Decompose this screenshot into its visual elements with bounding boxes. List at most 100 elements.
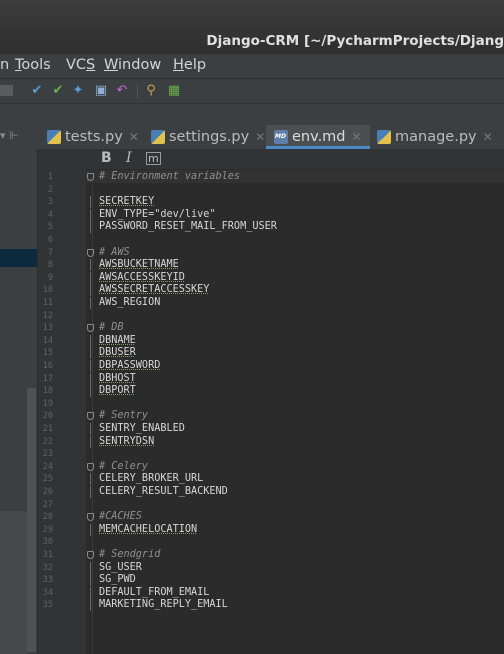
fold-toggle-icon[interactable] bbox=[87, 462, 94, 471]
menu-item-vcs[interactable]: VCS bbox=[66, 57, 95, 73]
line-number: 11 bbox=[42, 298, 53, 308]
editor-line[interactable]: 11 AWS_REGION bbox=[38, 297, 504, 310]
fold-marker-icon bbox=[90, 196, 91, 209]
line-number: 14 bbox=[42, 335, 53, 346]
close-icon[interactable]: ✕ bbox=[255, 130, 265, 144]
editor-line[interactable]: 26 CELERY_RESULT_BACKEND bbox=[38, 486, 504, 499]
vcs-commit-icon[interactable]: ✔ bbox=[50, 83, 66, 99]
editor-line[interactable]: 8 AWSBUCKETNAME bbox=[38, 259, 504, 272]
editor-line[interactable]: 7 # AWS bbox=[38, 247, 504, 260]
editor-line[interactable]: 23 bbox=[38, 448, 504, 461]
editor-line[interactable]: 25 CELERY_BROKER_URL bbox=[38, 473, 504, 486]
vcs-update-icon[interactable]: ✔ bbox=[29, 83, 45, 99]
fold-marker-icon bbox=[90, 423, 91, 435]
editor-line[interactable]: 16 DBPASSWORD bbox=[38, 360, 504, 373]
project-panel-controls[interactable]: ▾ ⊩ bbox=[0, 129, 19, 142]
editor-line[interactable]: 13 # DB bbox=[38, 322, 504, 335]
env-variable: DBNAME bbox=[99, 334, 136, 346]
env-variable: SECRETKEY bbox=[99, 196, 155, 208]
project-tree-scrollbar[interactable] bbox=[27, 388, 36, 652]
shelve-icon[interactable]: ▦ bbox=[166, 83, 182, 99]
tab-manage-py[interactable]: manage.py ✕ bbox=[377, 125, 493, 149]
editor-line[interactable]: 32 SG_USER bbox=[38, 561, 504, 575]
editor-line[interactable]: 28 #CACHES bbox=[38, 511, 504, 524]
editor-line[interactable]: 6 bbox=[38, 234, 504, 247]
pull-request-icon[interactable]: ⚲ bbox=[143, 83, 159, 99]
fold-marker-icon bbox=[90, 334, 91, 347]
editor-line[interactable]: 3 SECRETKEY bbox=[38, 196, 504, 209]
env-variable: AWSBUCKETNAME bbox=[99, 259, 179, 271]
editor-line[interactable]: 31 # Sendgrid bbox=[38, 549, 504, 562]
line-number: 2 bbox=[47, 184, 53, 195]
tab-env-md[interactable]: env.md ✕ bbox=[266, 125, 370, 149]
editor-line[interactable]: 18 DBPORT bbox=[38, 385, 504, 398]
line-number: 1 bbox=[47, 172, 53, 182]
line-number: 7 bbox=[47, 247, 53, 258]
editor-line[interactable]: 22 SENTRYDSN bbox=[38, 435, 504, 449]
editor-line[interactable]: 34 DEFAULT_FROM_EMAIL bbox=[38, 586, 504, 600]
line-number: 22 bbox=[42, 436, 53, 447]
tab-tests-py[interactable]: tests.py ✕ bbox=[47, 125, 139, 149]
toolbar-separator bbox=[137, 84, 138, 98]
fold-toggle-icon[interactable] bbox=[87, 324, 94, 333]
section-heading: # Environment variables bbox=[99, 171, 241, 182]
menu-item-help[interactable]: Help bbox=[173, 57, 206, 73]
editor-line[interactable]: 12 bbox=[38, 310, 504, 323]
editor-line[interactable]: 10 AWSSECRETACCESSKEY bbox=[38, 284, 504, 297]
code-button[interactable]: m bbox=[146, 152, 161, 165]
fold-marker-icon bbox=[90, 347, 91, 360]
window-titlebar: Django-CRM [~/PycharmProjects/Djang bbox=[0, 0, 504, 54]
editor-line[interactable]: 35 MARKETING_REPLY_EMAIL bbox=[38, 599, 504, 612]
editor-line[interactable]: 20 # Sentry bbox=[38, 410, 504, 423]
project-tree-selected-row[interactable] bbox=[0, 249, 37, 267]
menu-item-tools[interactable]: Tools bbox=[15, 57, 51, 73]
editor-line[interactable]: 5 PASSWORD_RESET_MAIL_FROM_USER bbox=[38, 221, 504, 234]
fold-toggle-icon[interactable] bbox=[87, 551, 94, 559]
run-config-combo[interactable] bbox=[0, 85, 13, 96]
line-number: 4 bbox=[47, 209, 53, 220]
editor-line[interactable]: 17 DBHOST bbox=[38, 372, 504, 386]
close-icon[interactable]: ✕ bbox=[129, 130, 139, 144]
line-number: 28 bbox=[42, 512, 53, 523]
vcs-history-icon[interactable]: ▣ bbox=[93, 83, 109, 99]
fold-marker-icon bbox=[90, 221, 91, 234]
editor-line[interactable]: 14 DBNAME bbox=[38, 334, 504, 348]
italic-button[interactable]: I bbox=[126, 150, 132, 166]
editor-line[interactable]: 4 ENV_TYPE="dev/live" bbox=[38, 208, 504, 222]
editor-line[interactable]: 29 MEMCACHELOCATION bbox=[38, 523, 504, 537]
env-variable: DBUSER bbox=[99, 347, 136, 359]
tab-settings-py[interactable]: settings.py ✕ bbox=[151, 125, 265, 149]
menu-item-tools-rest: ools bbox=[21, 57, 51, 73]
editor-line[interactable]: 19 bbox=[38, 398, 504, 411]
editor-content[interactable]: 1 # Environment variables 2 3 SECRETKEY 4 ENV_… bbox=[38, 171, 504, 654]
bold-button[interactable]: B bbox=[101, 150, 112, 166]
env-variable: DEFAULT_FROM_EMAIL bbox=[99, 586, 210, 598]
editor-line[interactable]: 21 SENTRY_ENABLED bbox=[38, 423, 504, 436]
editor-line[interactable]: 24 # Celery bbox=[38, 461, 504, 474]
vcs-push-icon[interactable]: ✦ bbox=[70, 83, 86, 99]
project-tool-window bbox=[0, 149, 38, 654]
tab-label: manage.py bbox=[395, 129, 477, 145]
fold-marker-icon bbox=[90, 372, 91, 385]
tab-label: env.md bbox=[292, 129, 346, 145]
menu-item-window[interactable]: Window bbox=[104, 57, 161, 73]
menu-item-navigate-partial[interactable]: n bbox=[0, 57, 9, 73]
fold-toggle-icon[interactable] bbox=[87, 173, 94, 181]
editor-line[interactable]: 9 AWSACCESSKEYID bbox=[38, 271, 504, 285]
fold-toggle-icon[interactable] bbox=[87, 513, 94, 522]
fold-toggle-icon[interactable] bbox=[87, 412, 94, 421]
close-icon[interactable]: ✕ bbox=[352, 130, 362, 144]
close-icon[interactable]: ✕ bbox=[483, 130, 493, 144]
window-title: Django-CRM [~/PycharmProjects/Djang bbox=[206, 33, 504, 49]
env-variable: CELERY_RESULT_BACKEND bbox=[99, 486, 228, 497]
editor-line[interactable]: 15 DBUSER bbox=[38, 347, 504, 360]
fold-toggle-icon[interactable] bbox=[87, 248, 94, 257]
editor-line[interactable]: 2 bbox=[38, 184, 504, 197]
line-number: 10 bbox=[42, 285, 53, 296]
editor-line[interactable]: 33 SG_PWD bbox=[38, 574, 504, 587]
vcs-revert-icon[interactable]: ↶ bbox=[114, 83, 130, 99]
editor-line[interactable]: 27 bbox=[38, 499, 504, 512]
editor-line[interactable]: 30 bbox=[38, 536, 504, 549]
editor-line[interactable]: 1 # Environment variables bbox=[38, 171, 504, 184]
env-variable: AWS_REGION bbox=[99, 297, 161, 308]
